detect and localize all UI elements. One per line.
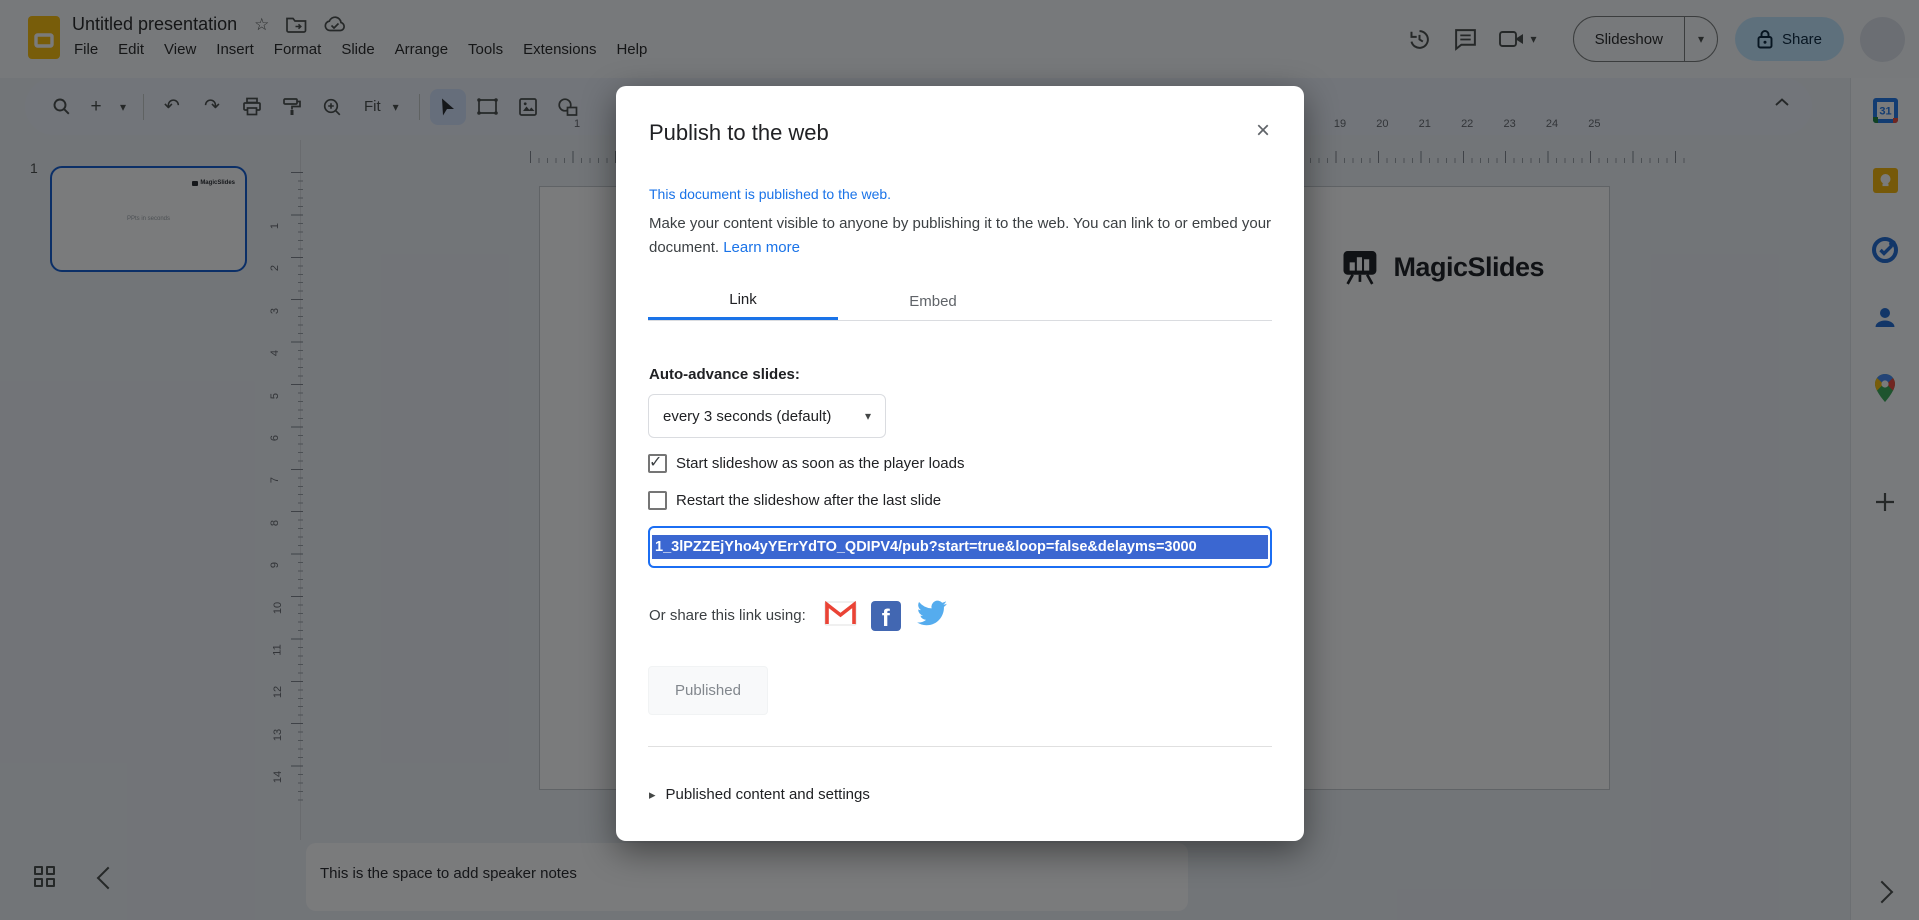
publish-url-text: 1_3lPZZEjYho4yYErrYdTO_QDIPV4/pub?start=… [652, 535, 1268, 559]
start-slideshow-label: Start slideshow as soon as the player lo… [676, 455, 965, 472]
auto-advance-select[interactable]: every 3 seconds (default) ▾ [648, 394, 886, 438]
publish-url-field[interactable]: 1_3lPZZEjYho4yYErrYdTO_QDIPV4/pub?start=… [648, 526, 1272, 568]
tab-embed[interactable]: Embed [838, 282, 1028, 320]
close-icon[interactable]: × [1248, 116, 1278, 146]
dialog-description: Make your content visible to anyone by p… [649, 212, 1279, 260]
expander-label: Published content and settings [666, 786, 870, 803]
auto-advance-value: every 3 seconds (default) [663, 408, 831, 425]
auto-advance-label: Auto-advance slides: [649, 366, 800, 383]
share-row-label: Or share this link using: [649, 607, 806, 624]
published-settings-expander[interactable]: ▸ Published content and settings [649, 786, 870, 803]
start-slideshow-checkbox[interactable] [648, 454, 667, 473]
dialog-tabs: Link Embed [648, 282, 1272, 321]
dialog-divider [648, 746, 1272, 747]
restart-slideshow-row: Restart the slideshow after the last sli… [648, 491, 941, 510]
published-notice: This document is published to the web. [649, 186, 891, 202]
publish-dialog: Publish to the web × This document is pu… [616, 86, 1304, 841]
select-caret-icon: ▾ [865, 409, 871, 423]
restart-slideshow-checkbox[interactable] [648, 491, 667, 510]
dialog-title: Publish to the web [649, 120, 829, 146]
expander-arrow-icon: ▸ [649, 787, 656, 803]
google-slides-app: Untitled presentation ☆ FileEditViewInse… [0, 0, 1919, 920]
twitter-icon[interactable] [915, 598, 949, 633]
gmail-icon[interactable] [824, 601, 857, 631]
facebook-icon[interactable]: f [871, 601, 901, 631]
restart-slideshow-label: Restart the slideshow after the last sli… [676, 492, 941, 509]
tab-link[interactable]: Link [648, 282, 838, 320]
learn-more-link[interactable]: Learn more [723, 239, 800, 256]
share-link-row: Or share this link using: f [649, 598, 949, 633]
start-slideshow-row: Start slideshow as soon as the player lo… [648, 454, 965, 473]
published-button[interactable]: Published [648, 666, 768, 715]
